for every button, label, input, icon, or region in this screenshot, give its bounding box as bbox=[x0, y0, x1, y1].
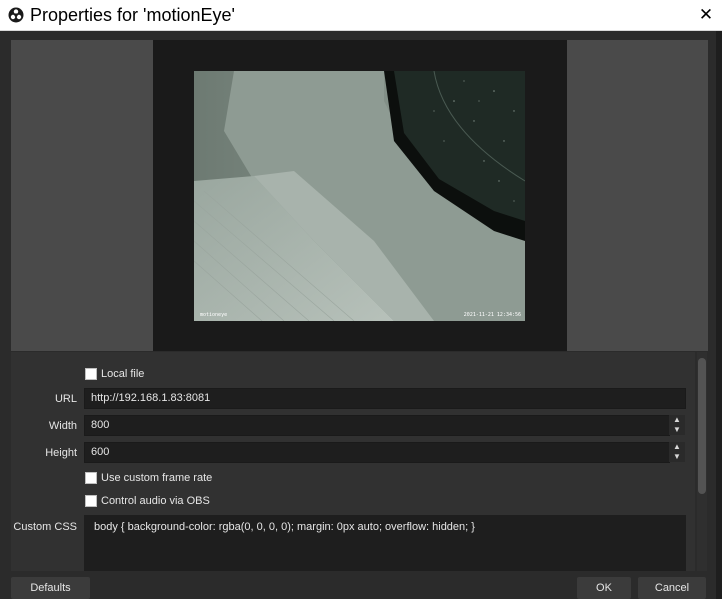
url-label: URL bbox=[54, 393, 77, 405]
local-file-checkbox[interactable] bbox=[85, 368, 97, 380]
title-bar: Properties for 'motionEye' ✕ bbox=[0, 0, 722, 31]
obs-logo-icon bbox=[8, 7, 24, 23]
camera-watermark: motioneye bbox=[200, 312, 228, 318]
cancel-button[interactable]: Cancel bbox=[638, 577, 706, 599]
height-label: Height bbox=[45, 447, 77, 459]
custom-css-textarea[interactable]: body { background-color: rgba(0, 0, 0, 0… bbox=[84, 515, 686, 571]
close-button[interactable]: ✕ bbox=[690, 0, 722, 30]
control-audio-checkbox[interactable] bbox=[85, 495, 97, 507]
width-label: Width bbox=[48, 420, 77, 432]
chevron-down-icon[interactable]: ▼ bbox=[669, 425, 685, 435]
local-file-checkbox-row[interactable]: Local file bbox=[85, 366, 144, 382]
control-audio-label: Control audio via OBS bbox=[101, 495, 210, 507]
camera-timestamp: 2021-11-21 12:34:56 bbox=[463, 312, 521, 318]
control-audio-row[interactable]: Control audio via OBS bbox=[85, 493, 210, 509]
url-input[interactable]: http://192.168.1.83:8081 bbox=[84, 388, 686, 409]
height-stepper[interactable]: ▲ ▼ bbox=[669, 442, 685, 463]
window-title: Properties for 'motionEye' bbox=[30, 5, 235, 25]
local-file-label: Local file bbox=[101, 368, 145, 380]
width-stepper[interactable]: ▲ ▼ bbox=[669, 415, 685, 436]
defaults-button[interactable]: Defaults bbox=[11, 577, 90, 599]
chevron-up-icon[interactable]: ▲ bbox=[669, 415, 685, 425]
custom-frame-rate-label: Use custom frame rate bbox=[101, 472, 213, 484]
camera-feed-image: motioneye 2021-11-21 12:34:56 bbox=[194, 71, 525, 321]
ok-button[interactable]: OK bbox=[577, 577, 631, 599]
custom-css-label: Custom CSS bbox=[13, 521, 77, 533]
window-edge bbox=[716, 31, 722, 599]
width-input[interactable]: 800 bbox=[84, 415, 670, 436]
custom-frame-rate-checkbox[interactable] bbox=[85, 472, 97, 484]
close-icon: ✕ bbox=[698, 5, 714, 24]
height-input[interactable]: 600 bbox=[84, 442, 670, 463]
chevron-up-icon[interactable]: ▲ bbox=[669, 442, 685, 452]
chevron-down-icon[interactable]: ▼ bbox=[669, 452, 685, 462]
scrollbar-thumb[interactable] bbox=[698, 358, 706, 494]
custom-frame-rate-row[interactable]: Use custom frame rate bbox=[85, 470, 212, 486]
